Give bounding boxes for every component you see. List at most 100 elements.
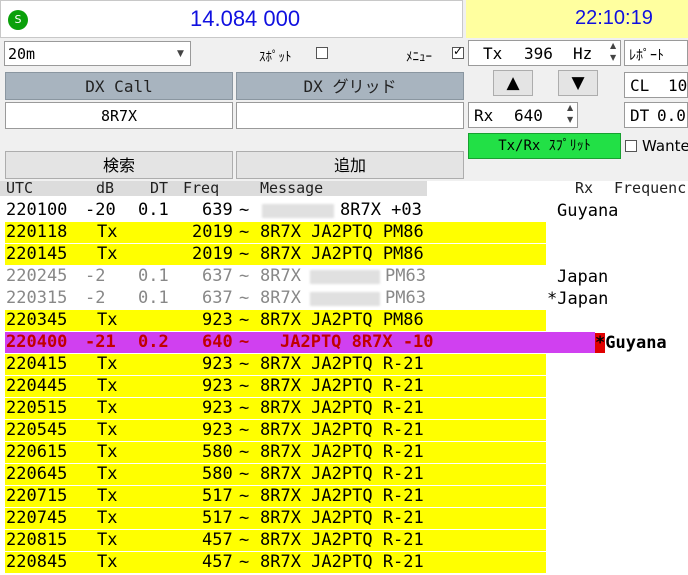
decode-row[interactable]: 220615 Tx 580 ~8R7X JA2PTQ R-21 bbox=[5, 442, 546, 463]
redacted-callsign bbox=[310, 270, 380, 284]
row-country: *Guyana bbox=[595, 333, 667, 353]
row-db: Tx bbox=[97, 442, 118, 462]
row-utc: 220815 bbox=[6, 530, 68, 550]
col-db: dB bbox=[96, 179, 115, 197]
row-db: Tx bbox=[97, 420, 118, 440]
row-country: Japan bbox=[557, 267, 609, 287]
row-country: Guyana bbox=[557, 201, 619, 221]
row-db: -2 bbox=[85, 266, 106, 286]
decode-row[interactable]: 220415 Tx 923 ~8R7X JA2PTQ R-21 bbox=[5, 354, 546, 375]
report-label: ﾚﾎﾟｰﾄ bbox=[629, 48, 664, 64]
add-button[interactable]: 追加 bbox=[236, 151, 464, 179]
alert-marker-icon: * bbox=[595, 333, 606, 353]
report-spinbox[interactable]: ﾚﾎﾟｰﾄ bbox=[624, 40, 688, 66]
tx-rx-split-button[interactable]: Tx/Rx ｽﾌﾟﾘｯﾄ bbox=[468, 133, 621, 159]
row-message: 8R7X JA2PTQ PM86 bbox=[260, 310, 424, 330]
decode-row[interactable]: 220745 Tx 517 ~8R7X JA2PTQ R-21 bbox=[5, 508, 546, 529]
row-dt: 0.1 bbox=[138, 200, 169, 220]
search-button[interactable]: 検索 bbox=[5, 151, 233, 179]
row-freq: 923 bbox=[202, 376, 233, 396]
decode-row[interactable]: 220145 Tx 2019 ~8R7X JA2PTQ PM86 bbox=[5, 244, 546, 265]
cl-field[interactable]: CL 10 bbox=[624, 72, 688, 98]
decode-row[interactable]: 220545 Tx 923 ~8R7X JA2PTQ R-21 bbox=[5, 420, 546, 441]
utc-clock: 22:10:19 bbox=[575, 7, 653, 29]
row-utc: 220145 bbox=[6, 244, 68, 264]
wanted-label: Wante bbox=[642, 137, 688, 155]
row-message-call: 8R7X bbox=[260, 288, 301, 308]
spin-up-icon[interactable]: ▲ bbox=[567, 103, 573, 112]
row-utc: 220100 bbox=[6, 200, 68, 220]
row-freq: 517 bbox=[202, 486, 233, 506]
row-message: 8R7X JA2PTQ PM86 bbox=[260, 222, 424, 242]
row-utc: 220545 bbox=[6, 420, 68, 440]
row-separator: ~ bbox=[239, 244, 250, 264]
decode-row[interactable]: 220345 Tx 923 ~8R7X JA2PTQ PM86 bbox=[5, 310, 546, 331]
row-message: JA2PTQ 8R7X -10 bbox=[280, 332, 434, 352]
row-freq: 923 bbox=[202, 310, 233, 330]
row-utc: 220245 bbox=[6, 266, 68, 286]
freq-up-button[interactable]: ▲ bbox=[493, 70, 533, 96]
rx-frequency-spinbox[interactable]: Rx 640 ▲ ▼ bbox=[468, 102, 578, 128]
row-freq: 2019 bbox=[192, 244, 233, 264]
status-icon[interactable]: S bbox=[8, 10, 28, 30]
row-message: PM63 bbox=[385, 266, 426, 286]
wanted-checkbox[interactable] bbox=[625, 140, 637, 152]
band-select[interactable]: 20m ▼ bbox=[4, 41, 191, 66]
spin-down-icon[interactable]: ▼ bbox=[567, 115, 573, 124]
decode-row[interactable]: 220445 Tx 923 ~8R7X JA2PTQ R-21 bbox=[5, 376, 546, 397]
menu-checkbox[interactable]: ✓ bbox=[452, 44, 464, 59]
row-utc: 220515 bbox=[6, 398, 68, 418]
row-separator: ~ bbox=[239, 398, 250, 418]
rx-value: 640 bbox=[514, 106, 543, 125]
row-separator: ~ bbox=[239, 464, 250, 484]
tx-unit: Hz bbox=[573, 44, 593, 63]
row-freq: 923 bbox=[202, 420, 233, 440]
row-message: 8R7X JA2PTQ R-21 bbox=[260, 354, 424, 374]
decode-row[interactable]: 220845 Tx 457 ~8R7X JA2PTQ R-21 bbox=[5, 552, 546, 573]
row-db: Tx bbox=[97, 464, 118, 484]
decode-row[interactable]: 220515 Tx 923 ~8R7X JA2PTQ R-21 bbox=[5, 398, 546, 419]
row-country: *Japan bbox=[547, 289, 609, 309]
tx-frequency-spinbox[interactable]: Tx 396 Hz ▲ ▼ bbox=[468, 40, 621, 66]
tx-rx-split-label: Tx/Rx ｽﾌﾟﾘｯﾄ bbox=[498, 138, 591, 154]
row-separator: ~ bbox=[239, 552, 250, 572]
row-separator: ~ bbox=[239, 486, 250, 506]
spin-down-icon[interactable]: ▼ bbox=[610, 53, 616, 62]
col-frequency: Frequenc bbox=[614, 179, 687, 197]
row-utc: 220118 bbox=[6, 222, 68, 242]
add-button-label: 追加 bbox=[333, 156, 366, 175]
freq-down-button[interactable]: ▼ bbox=[558, 70, 598, 96]
spot-checkbox[interactable] bbox=[316, 47, 328, 59]
row-dt: 0.1 bbox=[138, 288, 169, 308]
dt-field[interactable]: DT 0.0 bbox=[624, 102, 688, 128]
row-utc: 220315 bbox=[6, 288, 68, 308]
decode-row[interactable]: 220118 Tx 2019 ~8R7X JA2PTQ PM86 bbox=[5, 222, 546, 243]
row-db: Tx bbox=[97, 244, 118, 264]
row-freq: 637 bbox=[202, 288, 233, 308]
cl-label: CL bbox=[630, 76, 650, 95]
spin-up-icon[interactable]: ▲ bbox=[610, 41, 616, 50]
row-freq: 639 bbox=[202, 200, 233, 220]
row-freq: 457 bbox=[202, 530, 233, 550]
decode-row[interactable]: 220645 Tx 580 ~8R7X JA2PTQ R-21 bbox=[5, 464, 546, 485]
decode-row[interactable]: 220815 Tx 457 ~8R7X JA2PTQ R-21 bbox=[5, 530, 546, 551]
row-db: -20 bbox=[85, 200, 116, 220]
row-message-call: 8R7X bbox=[260, 266, 301, 286]
dx-grid-header-label: DX グリッド bbox=[303, 77, 397, 96]
row-freq: 923 bbox=[202, 398, 233, 418]
row-message: 8R7X JA2PTQ R-21 bbox=[260, 376, 424, 396]
row-utc: 220445 bbox=[6, 376, 68, 396]
row-separator: ~ bbox=[239, 222, 250, 242]
dx-grid-header: DX グリッド bbox=[236, 72, 464, 100]
row-message: 8R7X JA2PTQ R-21 bbox=[260, 398, 424, 418]
decode-row[interactable]: 220400 -21 0.2 640 ~ JA2PTQ 8R7X -10 bbox=[5, 332, 595, 353]
row-separator: ~ bbox=[239, 200, 250, 220]
row-utc: 220415 bbox=[6, 354, 68, 374]
row-db: Tx bbox=[97, 222, 118, 242]
dx-call-input[interactable]: 8R7X bbox=[5, 102, 233, 129]
row-utc: 220645 bbox=[6, 464, 68, 484]
decode-row[interactable]: 220715 Tx 517 ~8R7X JA2PTQ R-21 bbox=[5, 486, 546, 507]
dx-grid-input[interactable] bbox=[236, 102, 464, 129]
col-freq: Freq bbox=[183, 179, 220, 197]
col-message: Message bbox=[260, 179, 324, 197]
